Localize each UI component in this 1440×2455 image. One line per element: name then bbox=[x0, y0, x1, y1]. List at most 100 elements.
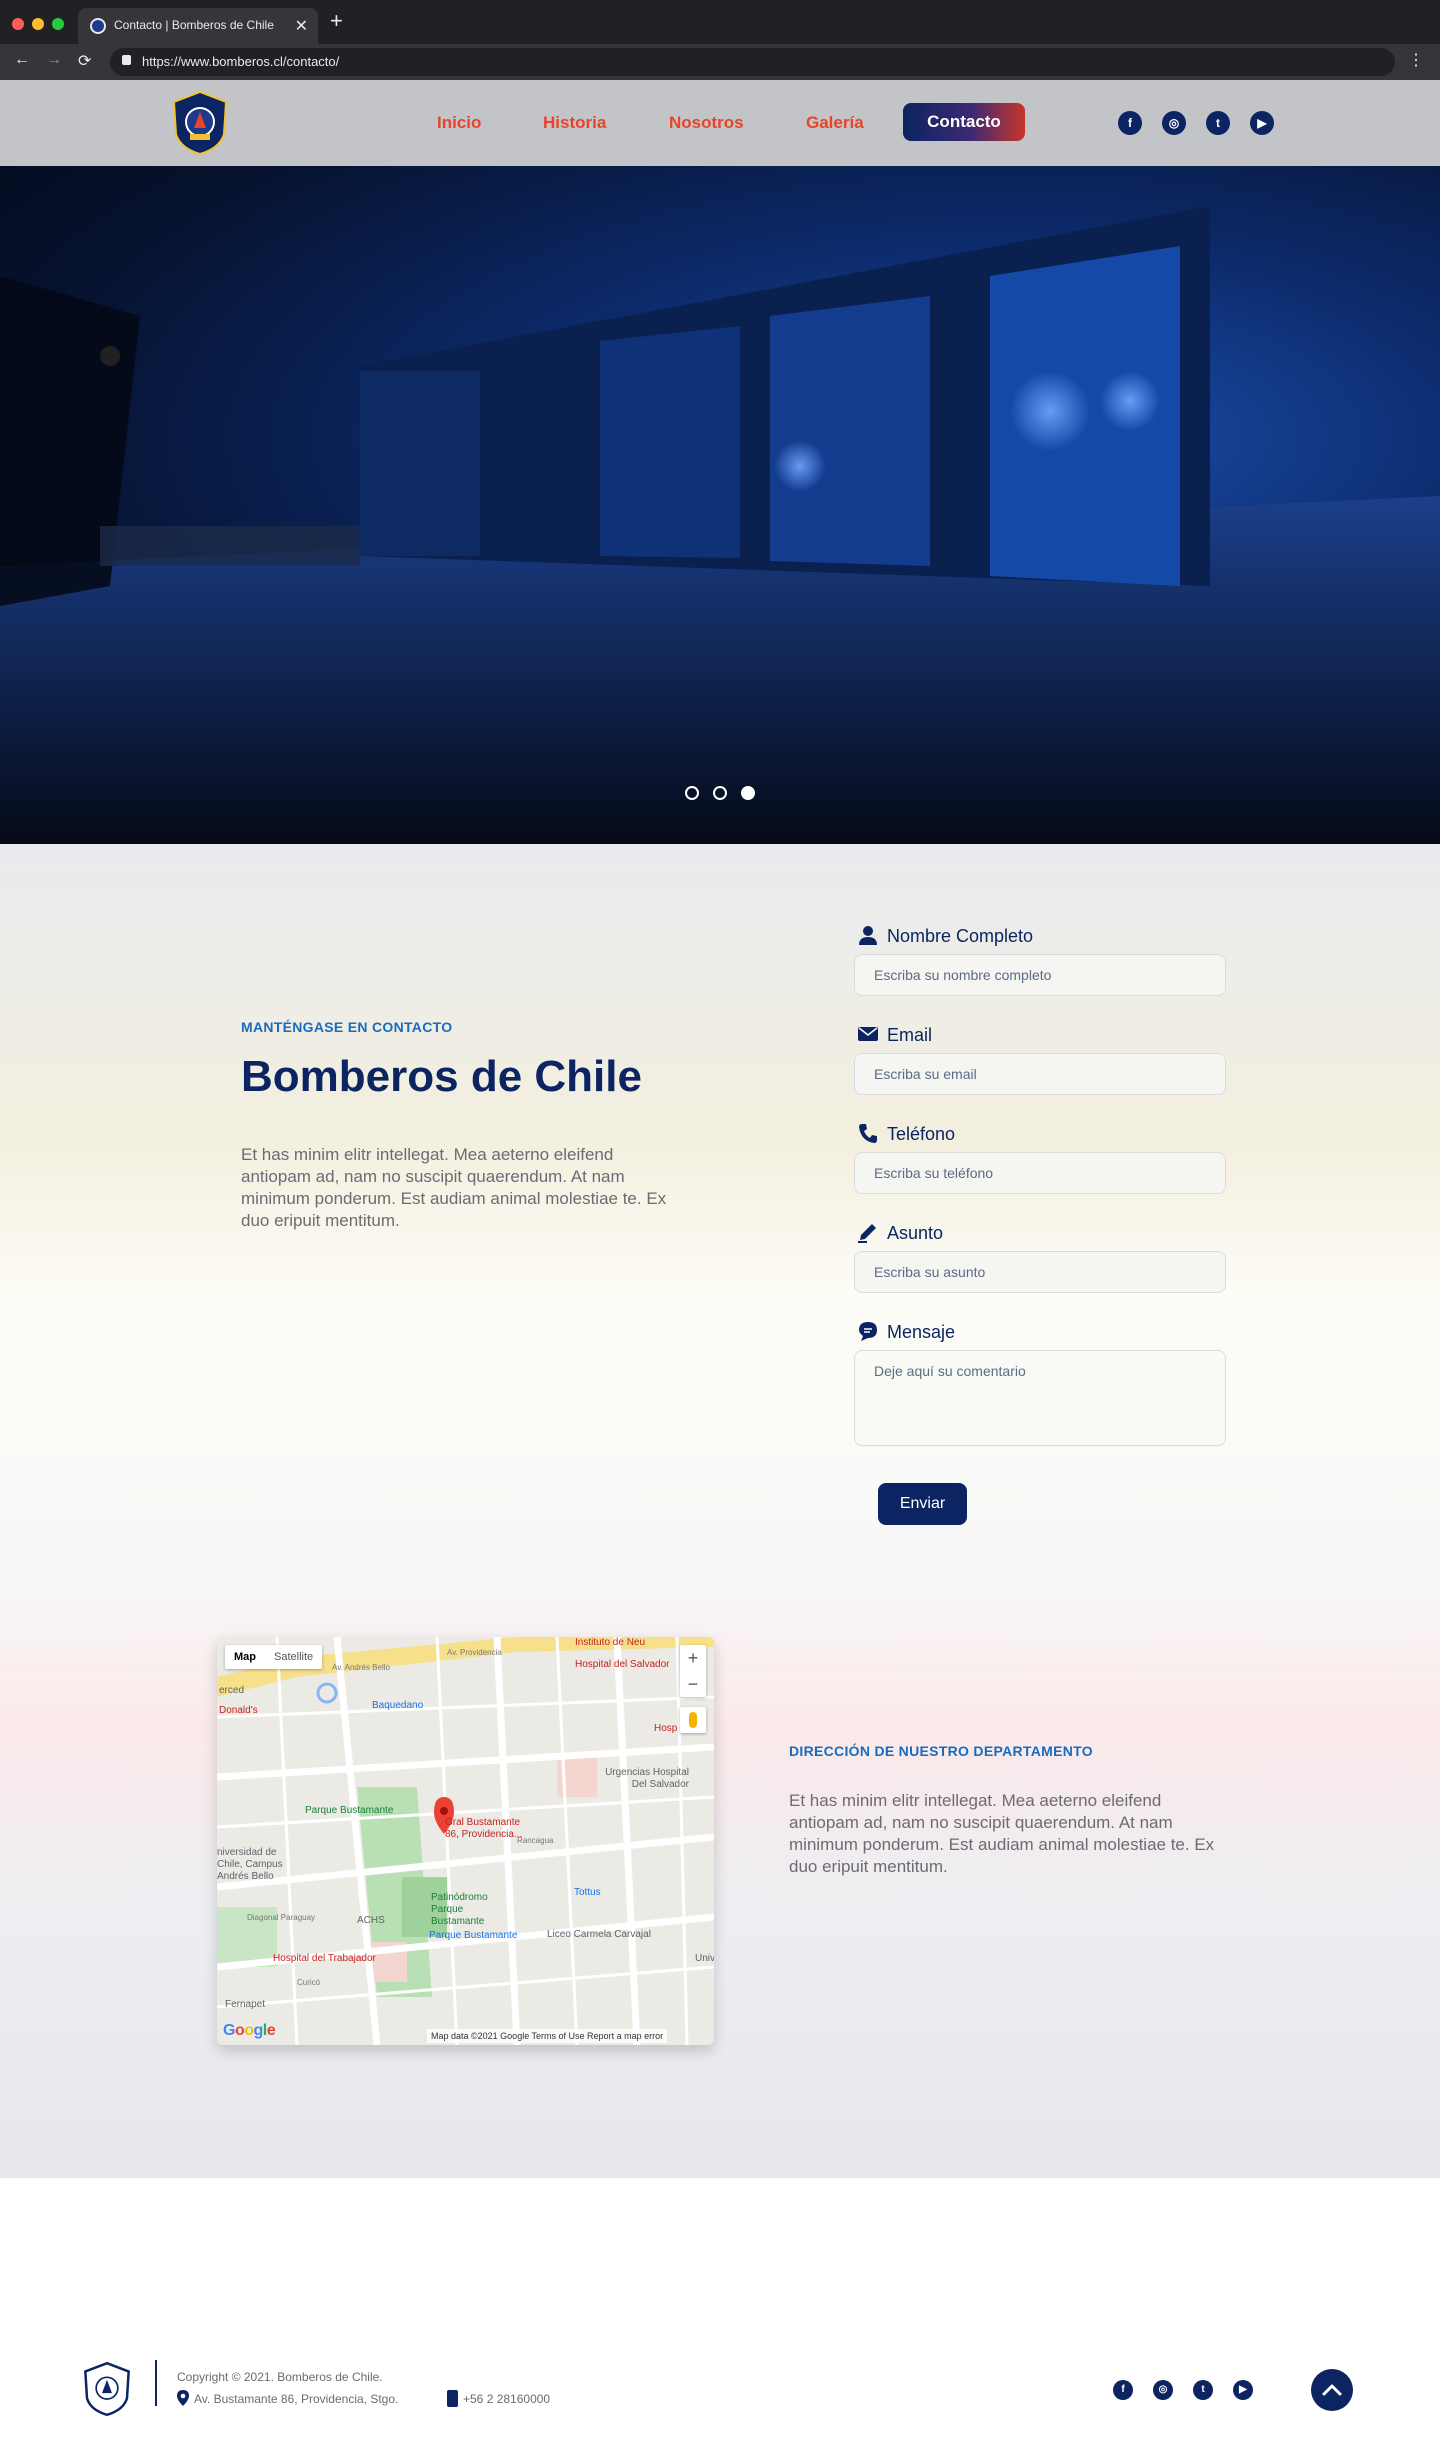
map-label: Fernapet bbox=[225, 1999, 266, 2010]
window-minimize-button[interactable] bbox=[32, 18, 44, 30]
slide-indicator-2[interactable] bbox=[713, 786, 727, 800]
map-label: Av. Providencia bbox=[447, 1648, 502, 1657]
pen-icon bbox=[858, 1224, 876, 1243]
phone-label: Teléfono bbox=[887, 1124, 956, 1144]
envelope-icon bbox=[858, 1027, 878, 1041]
map-type-satellite[interactable]: Satellite bbox=[265, 1645, 322, 1669]
map-label: erced bbox=[219, 1685, 245, 1696]
map-label: Av. Andrés Bello bbox=[332, 1663, 390, 1672]
pegman-icon[interactable] bbox=[680, 1707, 706, 1733]
browser-tab[interactable]: Contacto | Bomberos de Chile ✕ bbox=[78, 8, 318, 44]
subject-label: Asunto bbox=[887, 1223, 944, 1243]
footer-copyright: Copyright © 2021. Bomberos de Chile. bbox=[177, 2370, 383, 2384]
site-header: Inicio Historia Nosotros Galería Contact… bbox=[0, 80, 1440, 166]
map-type-map[interactable]: Map bbox=[225, 1645, 265, 1669]
nav-link-galeria[interactable]: Galería bbox=[806, 113, 864, 133]
tab-close-icon[interactable]: ✕ bbox=[295, 16, 308, 36]
location-eyebrow: DIRECCIÓN DE NUESTRO DEPARTAMENTO bbox=[789, 1743, 1093, 1759]
map-label: Univ bbox=[695, 1953, 714, 1964]
nav-link-contacto[interactable]: Contacto bbox=[903, 103, 1025, 141]
map-label: Parque Bustamante bbox=[429, 1930, 518, 1941]
contact-title: Bomberos de Chile bbox=[241, 1052, 642, 1101]
nav-link-inicio[interactable]: Inicio bbox=[437, 113, 481, 133]
new-tab-button[interactable]: + bbox=[330, 10, 343, 32]
facebook-icon[interactable]: f bbox=[1118, 111, 1142, 135]
submit-button[interactable]: Enviar bbox=[878, 1483, 967, 1525]
map-label: Baquedano bbox=[372, 1700, 424, 1711]
hero-image bbox=[0, 206, 1440, 844]
map-label: Diagonal Paraguay bbox=[247, 1913, 316, 1922]
map-label: Curicó bbox=[297, 1978, 321, 1987]
browser-toolbar: ← → ⟳ https://www.bomberos.cl/contacto/ … bbox=[0, 44, 1440, 80]
facebook-icon[interactable]: f bbox=[1113, 2380, 1133, 2400]
map-label: Hosp bbox=[654, 1723, 678, 1734]
mobile-phone-icon bbox=[447, 2390, 458, 2407]
hero-slider bbox=[0, 166, 1440, 844]
google-logo: Google bbox=[223, 2022, 276, 2039]
google-map[interactable]: Map Satellite + − Instituto de Neu Hospit… bbox=[217, 1637, 714, 2045]
slide-indicator-1[interactable] bbox=[685, 786, 699, 800]
comment-icon bbox=[859, 1322, 877, 1341]
phone-icon bbox=[859, 1124, 877, 1143]
map-label: Hospital del Salvador bbox=[575, 1659, 670, 1670]
footer-divider bbox=[155, 2360, 157, 2406]
map-type-control[interactable]: Map Satellite bbox=[225, 1645, 323, 1669]
map-label: Patinódromo Parque Bustamante bbox=[431, 1892, 488, 1927]
map-tiles[interactable] bbox=[217, 1637, 714, 2045]
message-textarea[interactable] bbox=[854, 1350, 1226, 1446]
user-icon bbox=[859, 926, 877, 945]
window-close-button[interactable] bbox=[12, 18, 24, 30]
nav-link-historia[interactable]: Historia bbox=[543, 113, 606, 133]
name-input[interactable] bbox=[854, 954, 1226, 996]
map-attribution[interactable]: Map data ©2021 Google Terms of Use Repor… bbox=[427, 2029, 668, 2043]
email-label: Email bbox=[887, 1025, 933, 1045]
zoom-out-button[interactable]: − bbox=[680, 1671, 706, 1697]
bomberos-logo[interactable] bbox=[170, 90, 230, 156]
footer-logo bbox=[84, 2361, 130, 2417]
location-body-text: Et has minim elitr intellegat. Mea aeter… bbox=[789, 1791, 1215, 1876]
youtube-icon[interactable]: ▶ bbox=[1233, 2380, 1253, 2400]
map-label: ACHS bbox=[357, 1915, 385, 1926]
twitter-icon[interactable]: t bbox=[1206, 111, 1230, 135]
lock-icon bbox=[122, 55, 131, 65]
instagram-icon[interactable]: ◎ bbox=[1162, 111, 1186, 135]
map-label: niversidad de Chile, Campus Andrés Bello bbox=[217, 1847, 283, 1882]
url-text[interactable]: https://www.bomberos.cl/contacto/ bbox=[142, 54, 339, 69]
phone-input[interactable] bbox=[854, 1152, 1226, 1194]
message-label: Mensaje bbox=[887, 1322, 956, 1342]
browser-window-bar: Contacto | Bomberos de Chile ✕ + bbox=[0, 0, 1440, 48]
footer-phone[interactable]: +56 2 28160000 bbox=[463, 2392, 550, 2406]
forward-icon[interactable]: → bbox=[46, 51, 62, 69]
reload-icon[interactable]: ⟳ bbox=[78, 51, 91, 71]
map-label: Hospital del Trabajador bbox=[273, 1953, 376, 1964]
favicon-icon bbox=[90, 18, 106, 34]
contact-section: MANTÉNGASE EN CONTACTO Bomberos de Chile… bbox=[0, 844, 1440, 2178]
zoom-control[interactable]: + − bbox=[680, 1645, 706, 1697]
twitter-icon[interactable]: t bbox=[1193, 2380, 1213, 2400]
site-footer: Copyright © 2021. Bomberos de Chile. Av.… bbox=[0, 2178, 1440, 2455]
footer-address: Av. Bustamante 86, Providencia, Stgo. bbox=[194, 2392, 399, 2406]
address-bar[interactable]: https://www.bomberos.cl/contacto/ bbox=[110, 48, 1395, 76]
map-label: Instituto de Neu bbox=[575, 1637, 646, 1648]
zoom-in-button[interactable]: + bbox=[680, 1645, 706, 1671]
instagram-icon[interactable]: ◎ bbox=[1153, 2380, 1173, 2400]
back-icon[interactable]: ← bbox=[14, 51, 30, 69]
window-maximize-button[interactable] bbox=[52, 18, 64, 30]
map-label: Tottus bbox=[574, 1887, 601, 1898]
contact-eyebrow: MANTÉNGASE EN CONTACTO bbox=[241, 1019, 453, 1035]
email-input[interactable] bbox=[854, 1053, 1226, 1095]
chevron-up-icon bbox=[1322, 2384, 1342, 2396]
scroll-to-top-button[interactable] bbox=[1311, 2369, 1353, 2411]
tab-strip: Contacto | Bomberos de Chile ✕ + bbox=[0, 0, 1440, 44]
map-label: Rancagua bbox=[517, 1836, 554, 1845]
name-label: Nombre Completo bbox=[887, 926, 1034, 946]
map-label: Donald's bbox=[219, 1705, 258, 1716]
tab-title: Contacto | Bomberos de Chile bbox=[114, 18, 274, 32]
subject-input[interactable] bbox=[854, 1251, 1226, 1293]
map-label: Parque Bustamante bbox=[305, 1805, 394, 1816]
youtube-icon[interactable]: ▶ bbox=[1250, 111, 1274, 135]
browser-menu-icon[interactable]: ⋮ bbox=[1408, 50, 1424, 70]
map-label: Urgencias Hospital Del Salvador bbox=[605, 1767, 689, 1790]
slide-indicator-3[interactable] bbox=[741, 786, 755, 800]
nav-link-nosotros[interactable]: Nosotros bbox=[669, 113, 744, 133]
